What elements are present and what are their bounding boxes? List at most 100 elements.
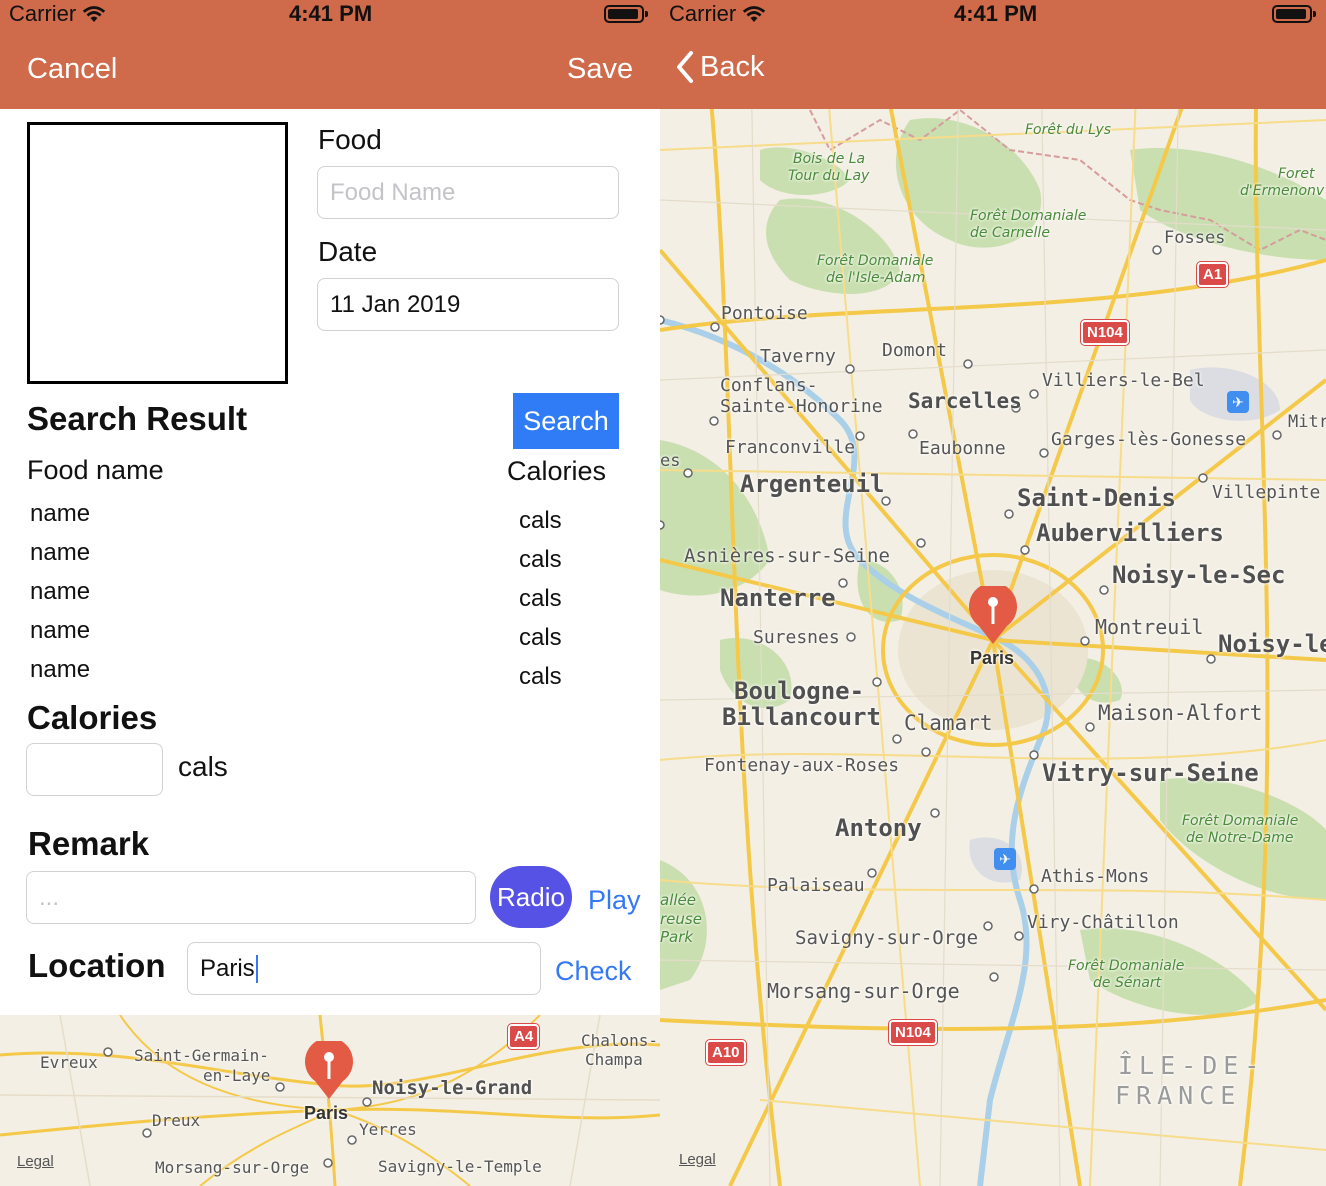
back-label: Back: [700, 50, 765, 83]
search-button[interactable]: Search: [513, 393, 619, 449]
remark-input[interactable]: ...: [26, 871, 476, 924]
full-map[interactable]: Forêt du Lys Bois de La Tour du Lay Fore…: [660, 0, 1326, 1186]
result-name[interactable]: name: [30, 539, 90, 567]
location-title: Location: [28, 947, 166, 984]
result-cals[interactable]: cals: [519, 507, 562, 535]
highway-shield-a4: A4: [508, 1024, 540, 1049]
status-bar: Carrier 4:41 PM: [0, 0, 660, 30]
map-label: Conflans-: [720, 375, 818, 396]
map-label: Foret: [1278, 166, 1315, 182]
back-button[interactable]: Back: [676, 50, 764, 84]
map-label: Champa: [585, 1050, 643, 1069]
remark-title: Remark: [28, 825, 150, 862]
map-label: Yerres: [359, 1120, 417, 1139]
map-label: Fontenay-aux-Roses: [704, 755, 900, 776]
chevron-left-icon: [677, 51, 693, 83]
mini-map[interactable]: Evreux Saint-Germain- en-Laye Chalons- C…: [0, 1015, 660, 1186]
map-label: reuse: [660, 910, 702, 928]
map-label: de Carnelle: [970, 225, 1050, 241]
legal-link[interactable]: Legal: [17, 1153, 54, 1170]
map-label: Taverny: [760, 346, 836, 367]
date-label: Date: [318, 236, 378, 267]
map-label: Villepinte: [1212, 482, 1321, 503]
food-name-input[interactable]: Food Name: [317, 166, 619, 219]
map-label: Montreuil: [1095, 615, 1204, 639]
status-bar: Carrier 4:41 PM: [660, 0, 1326, 30]
map-label: Forêt du Lys: [1025, 122, 1112, 138]
map-label: Franconville: [725, 437, 856, 458]
map-label: Viry-Châtillon: [1027, 912, 1179, 933]
map-label: Aubervilliers: [1036, 519, 1224, 547]
highway-shield-n104: N104: [889, 1020, 937, 1045]
map-label: Noisy-le-Grand: [372, 1077, 533, 1099]
food-form-screen: Carrier 4:41 PM Cancel Save Food Food Na…: [0, 0, 660, 1186]
map-label: Garges-lès-Gonesse: [1051, 429, 1247, 450]
map-label: Noisy-le: [1218, 630, 1326, 658]
map-label: Mitr: [1288, 412, 1326, 432]
calories-input[interactable]: [26, 743, 163, 796]
map-label: Morsang-sur-Orge: [767, 979, 960, 1003]
result-name[interactable]: name: [30, 500, 90, 528]
map-label: Boulogne-: [734, 677, 865, 705]
map-label: Antony: [835, 814, 922, 842]
map-label: Saint-Denis: [1017, 484, 1176, 512]
result-cals[interactable]: cals: [519, 663, 562, 691]
map-label: en-Laye: [203, 1066, 271, 1085]
status-time: 4:41 PM: [289, 1, 373, 26]
play-link[interactable]: Play: [588, 885, 641, 916]
result-name[interactable]: name: [30, 578, 90, 606]
map-label: Villiers-le-Bel: [1042, 370, 1205, 391]
map-screen: Forêt du Lys Bois de La Tour du Lay Fore…: [660, 0, 1326, 1186]
food-name-column-header: Food name: [27, 455, 164, 485]
check-link[interactable]: Check: [555, 956, 632, 987]
map-label: Sainte-Honorine: [720, 396, 883, 417]
map-label: Saint-Germain-: [134, 1046, 269, 1065]
map-label: Argenteuil: [740, 470, 885, 498]
result-name[interactable]: name: [30, 656, 90, 684]
calories-unit-label: cals: [178, 751, 228, 782]
map-label: Sarcelles: [908, 389, 1022, 413]
save-button[interactable]: Save: [567, 53, 633, 86]
wifi-icon: [743, 6, 766, 22]
location-pin-icon[interactable]: [968, 586, 1018, 646]
date-field[interactable]: 11 Jan 2019: [317, 278, 619, 331]
highway-shield-a1: A1: [1197, 262, 1229, 287]
map-label: Forêt Domaniale: [817, 253, 934, 269]
radio-button[interactable]: Radio: [490, 866, 572, 928]
map-label: Suresnes: [753, 627, 840, 648]
map-label: Forêt Domaniale: [1068, 958, 1185, 974]
carrier-label: Carrier: [9, 1, 77, 26]
airport-icon[interactable]: ✈: [994, 848, 1016, 870]
nav-bar: Carrier 4:41 PM Back: [660, 0, 1326, 109]
battery-icon: [604, 5, 648, 23]
location-input[interactable]: Paris: [187, 942, 541, 995]
map-label: Chalons-: [581, 1031, 659, 1050]
map-label: Vitry-sur-Seine: [1042, 759, 1259, 787]
map-label: Domont: [882, 340, 948, 361]
airport-icon[interactable]: ✈: [1227, 391, 1249, 413]
calories-column-header: Calories: [507, 456, 607, 486]
map-label: Athis-Mons: [1041, 866, 1150, 887]
map-label: Morsang-sur-Orge: [155, 1158, 310, 1177]
location-value: Paris: [200, 954, 255, 982]
map-label: de Notre-Dame: [1186, 830, 1294, 846]
result-cals[interactable]: cals: [519, 624, 562, 652]
map-label: de l'Isle-Adam: [826, 270, 926, 286]
map-label: d'Ermenonv: [1240, 183, 1325, 199]
location-pin-icon[interactable]: [304, 1041, 354, 1101]
map-label: Fosses: [1164, 228, 1226, 248]
map-label: Evreux: [40, 1053, 98, 1072]
map-label: de Sénart: [1093, 975, 1162, 991]
result-cals[interactable]: cals: [519, 585, 562, 613]
highway-shield-n104: N104: [1081, 320, 1129, 345]
map-label-paris: Paris: [304, 1103, 349, 1123]
food-photo-placeholder[interactable]: [27, 122, 288, 384]
search-result-title: Search Result: [27, 400, 248, 437]
map-label: Pontoise: [721, 303, 808, 324]
legal-link[interactable]: Legal: [679, 1151, 716, 1168]
map-label: es: [660, 451, 681, 471]
map-label: Asnières-sur-Seine: [684, 545, 890, 567]
result-name[interactable]: name: [30, 617, 90, 645]
result-cals[interactable]: cals: [519, 546, 562, 574]
cancel-button[interactable]: Cancel: [27, 53, 117, 86]
